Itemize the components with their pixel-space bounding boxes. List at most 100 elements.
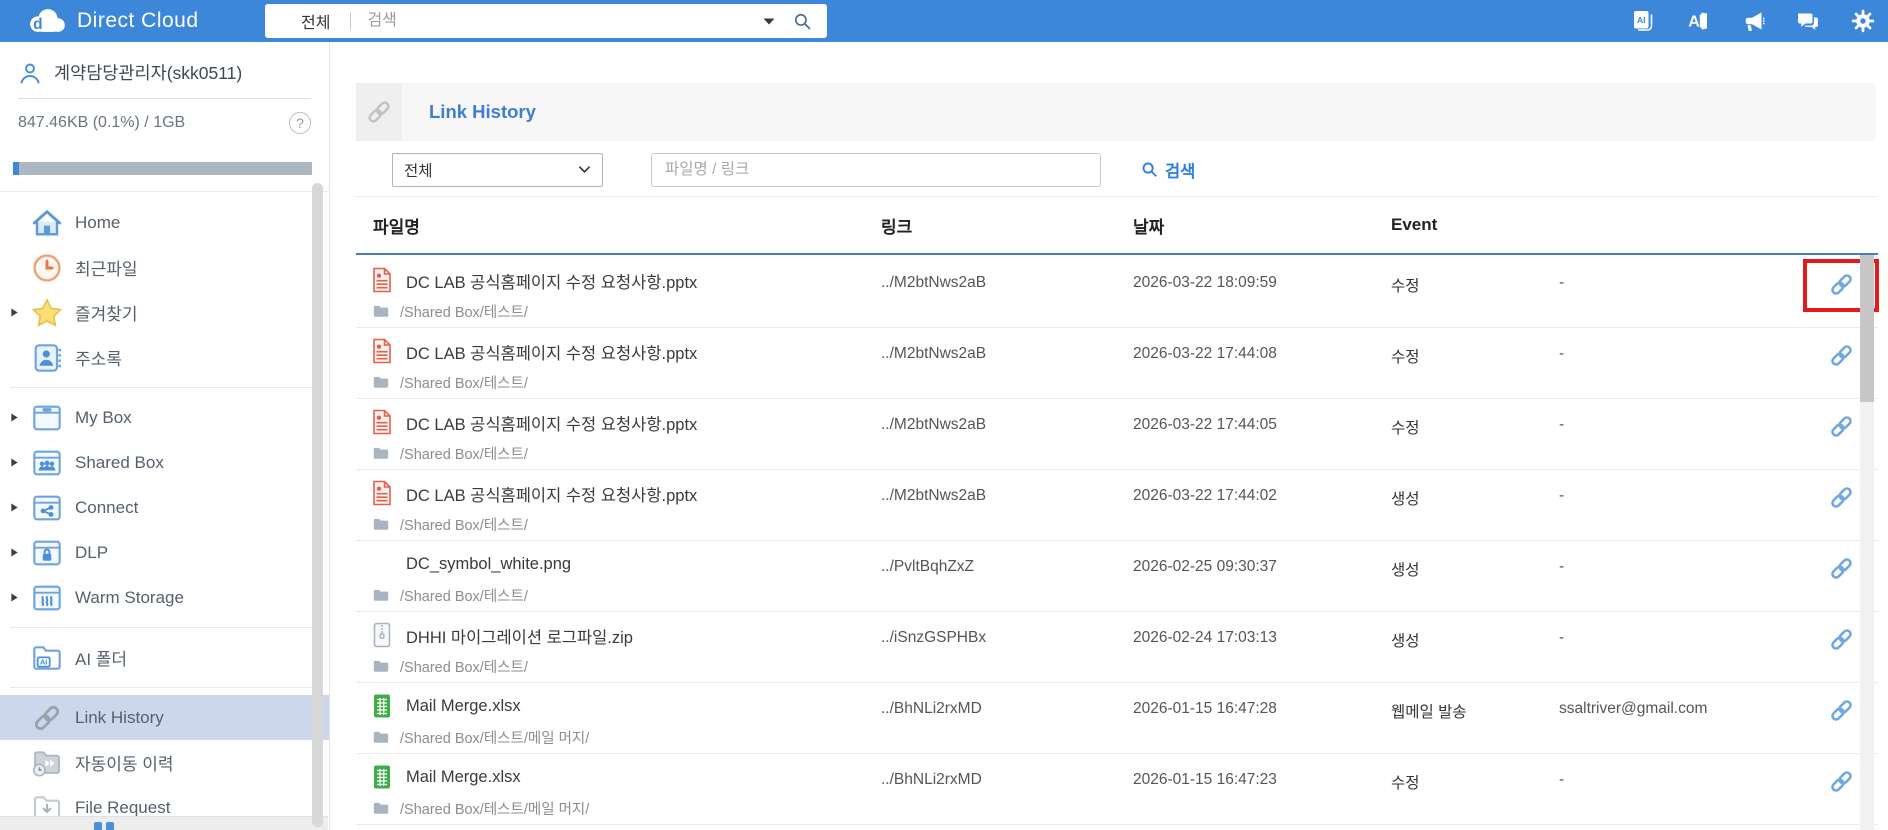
svg-text:A: A (1688, 14, 1700, 31)
date-cell: 2026-01-15 16:47:23 (1133, 771, 1277, 788)
recipient-cell: ssaltriver@gmail.com (1559, 700, 1708, 717)
file-name[interactable]: DC_symbol_white.png (406, 555, 571, 574)
recipient-cell: - (1559, 487, 1565, 504)
chat-icon[interactable] (1796, 9, 1820, 33)
svg-text:AI: AI (1637, 15, 1646, 25)
recipient-cell: - (1559, 274, 1565, 291)
search-button[interactable]: 검색 (1141, 158, 1195, 182)
gear-icon[interactable] (1851, 9, 1875, 33)
file-name[interactable]: Mail Merge.xlsx (406, 697, 521, 716)
sidebar-scrollbar-thumb[interactable] (312, 183, 323, 827)
sidebar-item-dlp[interactable]: DLP (0, 530, 329, 575)
file-name[interactable]: DC LAB 공식홈페이지 수정 요청사항.pptx (406, 269, 697, 293)
storage-usage-text: 847.46KB (0.1%) / 1GB (18, 114, 186, 131)
caret-down-icon[interactable] (763, 18, 775, 25)
megaphone-icon[interactable] (1741, 9, 1765, 33)
global-search-scope[interactable]: 전체 (301, 9, 330, 33)
folder-small-icon (373, 518, 389, 531)
sidebar-item-warm-storage[interactable]: Warm Storage (0, 575, 329, 620)
filter-keyword-input[interactable] (651, 152, 1101, 187)
ai-docs-icon[interactable]: AI (1631, 9, 1655, 33)
sidebar-item-자동이동-이력[interactable]: 자동이동 이력 (0, 740, 329, 785)
filter-scope-select[interactable]: 전체 (392, 152, 603, 187)
date-cell: 2026-03-22 17:44:05 (1133, 416, 1277, 433)
copy-link-button[interactable] (1828, 626, 1855, 653)
link-cell: ../M2btNws2aB (881, 345, 987, 362)
date-cell: 2026-02-25 09:30:37 (1133, 558, 1277, 575)
copy-link-button[interactable] (1828, 413, 1855, 440)
file-name[interactable]: DC LAB 공식홈페이지 수정 요청사항.pptx (406, 340, 697, 364)
svg-text:d: d (33, 16, 42, 33)
xlsx-file-icon (370, 693, 394, 720)
expand-arrow-icon[interactable] (10, 593, 30, 602)
file-path: /Shared Box/테스트/ (400, 518, 528, 534)
sidebar-item-주소록[interactable]: 주소록 (0, 335, 329, 380)
global-search-input[interactable] (367, 12, 763, 30)
copy-link-button[interactable] (1828, 342, 1855, 369)
file-path: /Shared Box/테스트/ (400, 589, 528, 605)
pptx-file-icon (370, 480, 394, 507)
nav-divider (10, 387, 315, 388)
sidebar-item-my-box[interactable]: My Box (0, 395, 329, 440)
main-scrollbar-thumb[interactable] (1860, 255, 1874, 402)
sidebar-item-link-history[interactable]: Link History (0, 695, 329, 740)
sidebar-item-label: Shared Box (75, 452, 164, 472)
file-name[interactable]: DC LAB 공식홈페이지 수정 요청사항.pptx (406, 482, 697, 506)
addressbook-icon (30, 341, 64, 375)
link-cell: ../BhNLi2rxMD (881, 700, 982, 717)
expand-arrow-icon[interactable] (10, 458, 30, 467)
xlsx-file-icon (370, 764, 394, 791)
file-name[interactable]: DC LAB 공식홈페이지 수정 요청사항.pptx (406, 411, 697, 435)
sidebar-item-shared-box[interactable]: Shared Box (0, 440, 329, 485)
copy-link-button[interactable] (1828, 555, 1855, 582)
expand-arrow-icon[interactable] (10, 413, 30, 422)
sidebar-item-connect[interactable]: Connect (0, 485, 329, 530)
file-path: /Shared Box/테스트/ (400, 376, 528, 392)
copy-link-button[interactable] (1828, 697, 1855, 724)
link-icon (356, 83, 402, 141)
copy-link-button[interactable] (1828, 768, 1855, 795)
event-cell: 수정 (1391, 349, 1420, 366)
search-icon[interactable] (793, 12, 812, 31)
sidebar-item-최근파일[interactable]: 최근파일 (0, 245, 329, 290)
recipient-cell: - (1559, 771, 1565, 788)
event-cell: 생성 (1391, 562, 1420, 579)
sidebar-item-label: Connect (75, 497, 139, 517)
event-cell: 수정 (1391, 420, 1420, 437)
expand-arrow-icon[interactable] (10, 548, 30, 557)
help-icon[interactable]: ? (289, 112, 311, 134)
event-cell: 웹메일 발송 (1391, 704, 1467, 721)
filter-scope-value: 전체 (404, 162, 433, 180)
link-cell: ../M2btNws2aB (881, 274, 987, 291)
folder-small-icon (373, 447, 389, 460)
expand-arrow-icon[interactable] (10, 308, 30, 317)
user-name[interactable]: 계약담당관리자(skk0511) (54, 60, 242, 85)
file-name[interactable]: DHHI 마이그레이션 로그파일.zip (406, 624, 633, 648)
pptx-file-icon (370, 267, 394, 294)
date-cell: 2026-03-22 17:44:02 (1133, 487, 1277, 504)
warm-storage-icon (30, 581, 64, 615)
copy-link-button[interactable] (1828, 484, 1855, 511)
sidebar-item-즐겨찾기[interactable]: 즐겨찾기 (0, 290, 329, 335)
folder-small-icon (373, 376, 389, 389)
column-header-event: Event (1391, 215, 1438, 234)
storage-progress-fill (13, 162, 19, 175)
sidebar-item-label: Warm Storage (75, 587, 184, 607)
sidebar-item-label: 즐겨찾기 (75, 305, 138, 324)
file-name[interactable]: Mail Merge.xlsx (406, 768, 521, 787)
file-cell: DC LAB 공식홈페이지 수정 요청사항.pptx/Shared Box/테스… (356, 328, 881, 398)
brand-logo[interactable]: d Direct Cloud (26, 6, 199, 35)
sidebar-item-label: 주소록 (75, 350, 122, 369)
event-cell: 생성 (1391, 491, 1420, 508)
sidebar-item-label: AI 폴더 (75, 650, 128, 669)
page-title-bar: Link History (356, 83, 1876, 141)
ai-translate-icon[interactable]: A (1686, 9, 1710, 33)
sidebar-item-home[interactable]: Home (0, 200, 329, 245)
sidebar-item-label: Link History (75, 707, 164, 727)
main-scrollbar-track[interactable] (1860, 255, 1874, 830)
link-cell: ../iSnzGSPHBx (881, 629, 987, 646)
expand-arrow-icon[interactable] (10, 503, 30, 512)
auto-move-icon (30, 746, 64, 780)
sharedbox-icon (30, 446, 64, 480)
sidebar-item-ai-폴더[interactable]: AI AI 폴더 (0, 635, 329, 680)
